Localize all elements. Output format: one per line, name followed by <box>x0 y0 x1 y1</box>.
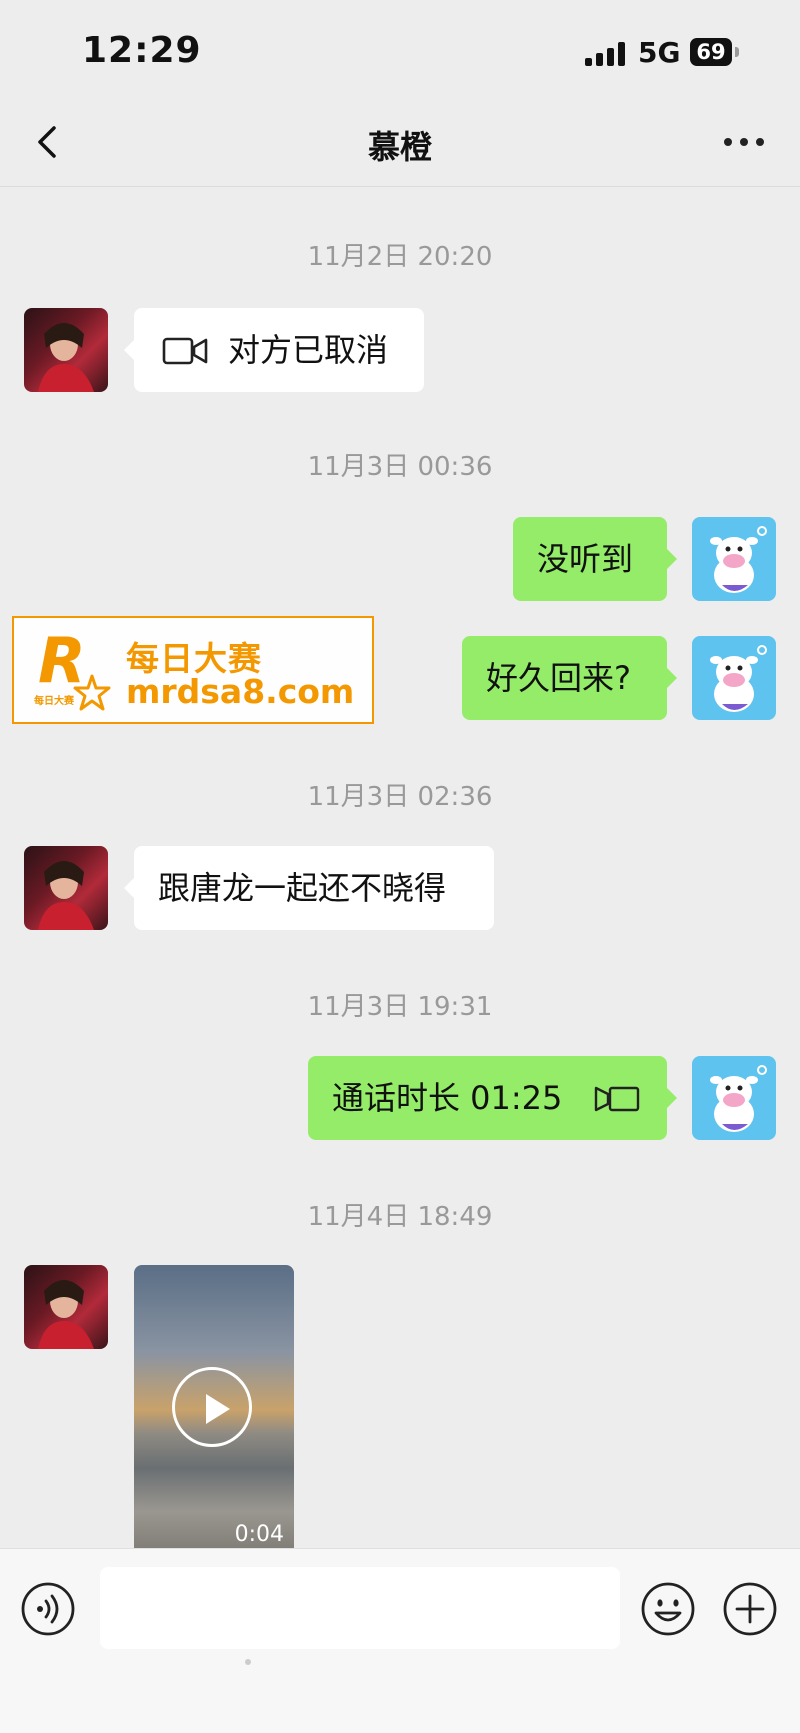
voice-input-icon[interactable] <box>20 1581 76 1637</box>
watermark-logo: R 每日大赛 <box>34 624 111 711</box>
message-text: 好久回来? <box>486 659 631 697</box>
battery-icon: 69 <box>690 38 740 68</box>
my-avatar[interactable] <box>692 517 776 601</box>
my-avatar[interactable] <box>692 1056 776 1140</box>
incoming-message-bubble[interactable]: 跟唐龙一起还不晓得 <box>124 846 494 930</box>
svg-text:R: R <box>38 624 86 697</box>
status-time: 12:29 <box>82 30 202 71</box>
video-message[interactable]: 0:04 <box>134 1265 294 1555</box>
my-avatar[interactable] <box>692 636 776 720</box>
status-bar: 12:29 5G 69 <box>0 0 800 100</box>
input-bar <box>0 1548 800 1733</box>
network-type: 5G <box>638 36 681 69</box>
watermark-overlay: R 每日大赛 每日大赛 mrdsa8.com <box>12 616 374 724</box>
signal-icon <box>585 42 627 66</box>
message-timestamp: 11月3日 19:31 <box>307 992 493 1022</box>
more-options-icon[interactable] <box>722 135 766 149</box>
video-camera-icon <box>594 1086 640 1112</box>
outgoing-message-bubble[interactable]: 好久回来? <box>462 636 677 720</box>
message-timestamp: 11月3日 02:36 <box>307 782 493 812</box>
outgoing-message-bubble[interactable]: 没听到 <box>513 517 677 601</box>
battery-level: 69 <box>690 38 732 66</box>
contact-avatar[interactable] <box>24 308 108 392</box>
call-duration-text: 通话时长 01:25 <box>332 1079 563 1117</box>
message-timestamp: 11月4日 18:49 <box>307 1202 493 1232</box>
message-text: 跟唐龙一起还不晓得 <box>158 869 447 907</box>
play-icon[interactable] <box>172 1367 252 1447</box>
message-input[interactable] <box>100 1567 620 1649</box>
video-camera-icon <box>162 337 208 365</box>
video-duration: 0:04 <box>234 1522 284 1547</box>
chat-header: 慕橙 <box>0 100 800 187</box>
watermark-url: mrdsa8.com <box>126 672 355 711</box>
video-call-cancelled-bubble[interactable]: 对方已取消 <box>124 308 424 392</box>
call-status-text: 对方已取消 <box>228 331 389 369</box>
video-call-duration-bubble[interactable]: 通话时长 01:25 <box>308 1056 677 1140</box>
emoji-icon[interactable] <box>640 1581 696 1637</box>
svg-text:每日大赛: 每日大赛 <box>34 694 75 707</box>
home-indicator-dot <box>245 1659 251 1665</box>
message-text: 没听到 <box>537 540 634 578</box>
chat-title: 慕橙 <box>367 128 432 166</box>
contact-avatar[interactable] <box>24 1265 108 1349</box>
contact-avatar[interactable] <box>24 846 108 930</box>
plus-icon[interactable] <box>722 1581 778 1637</box>
message-timestamp: 11月2日 20:20 <box>307 242 493 272</box>
message-timestamp: 11月3日 00:36 <box>307 452 493 482</box>
